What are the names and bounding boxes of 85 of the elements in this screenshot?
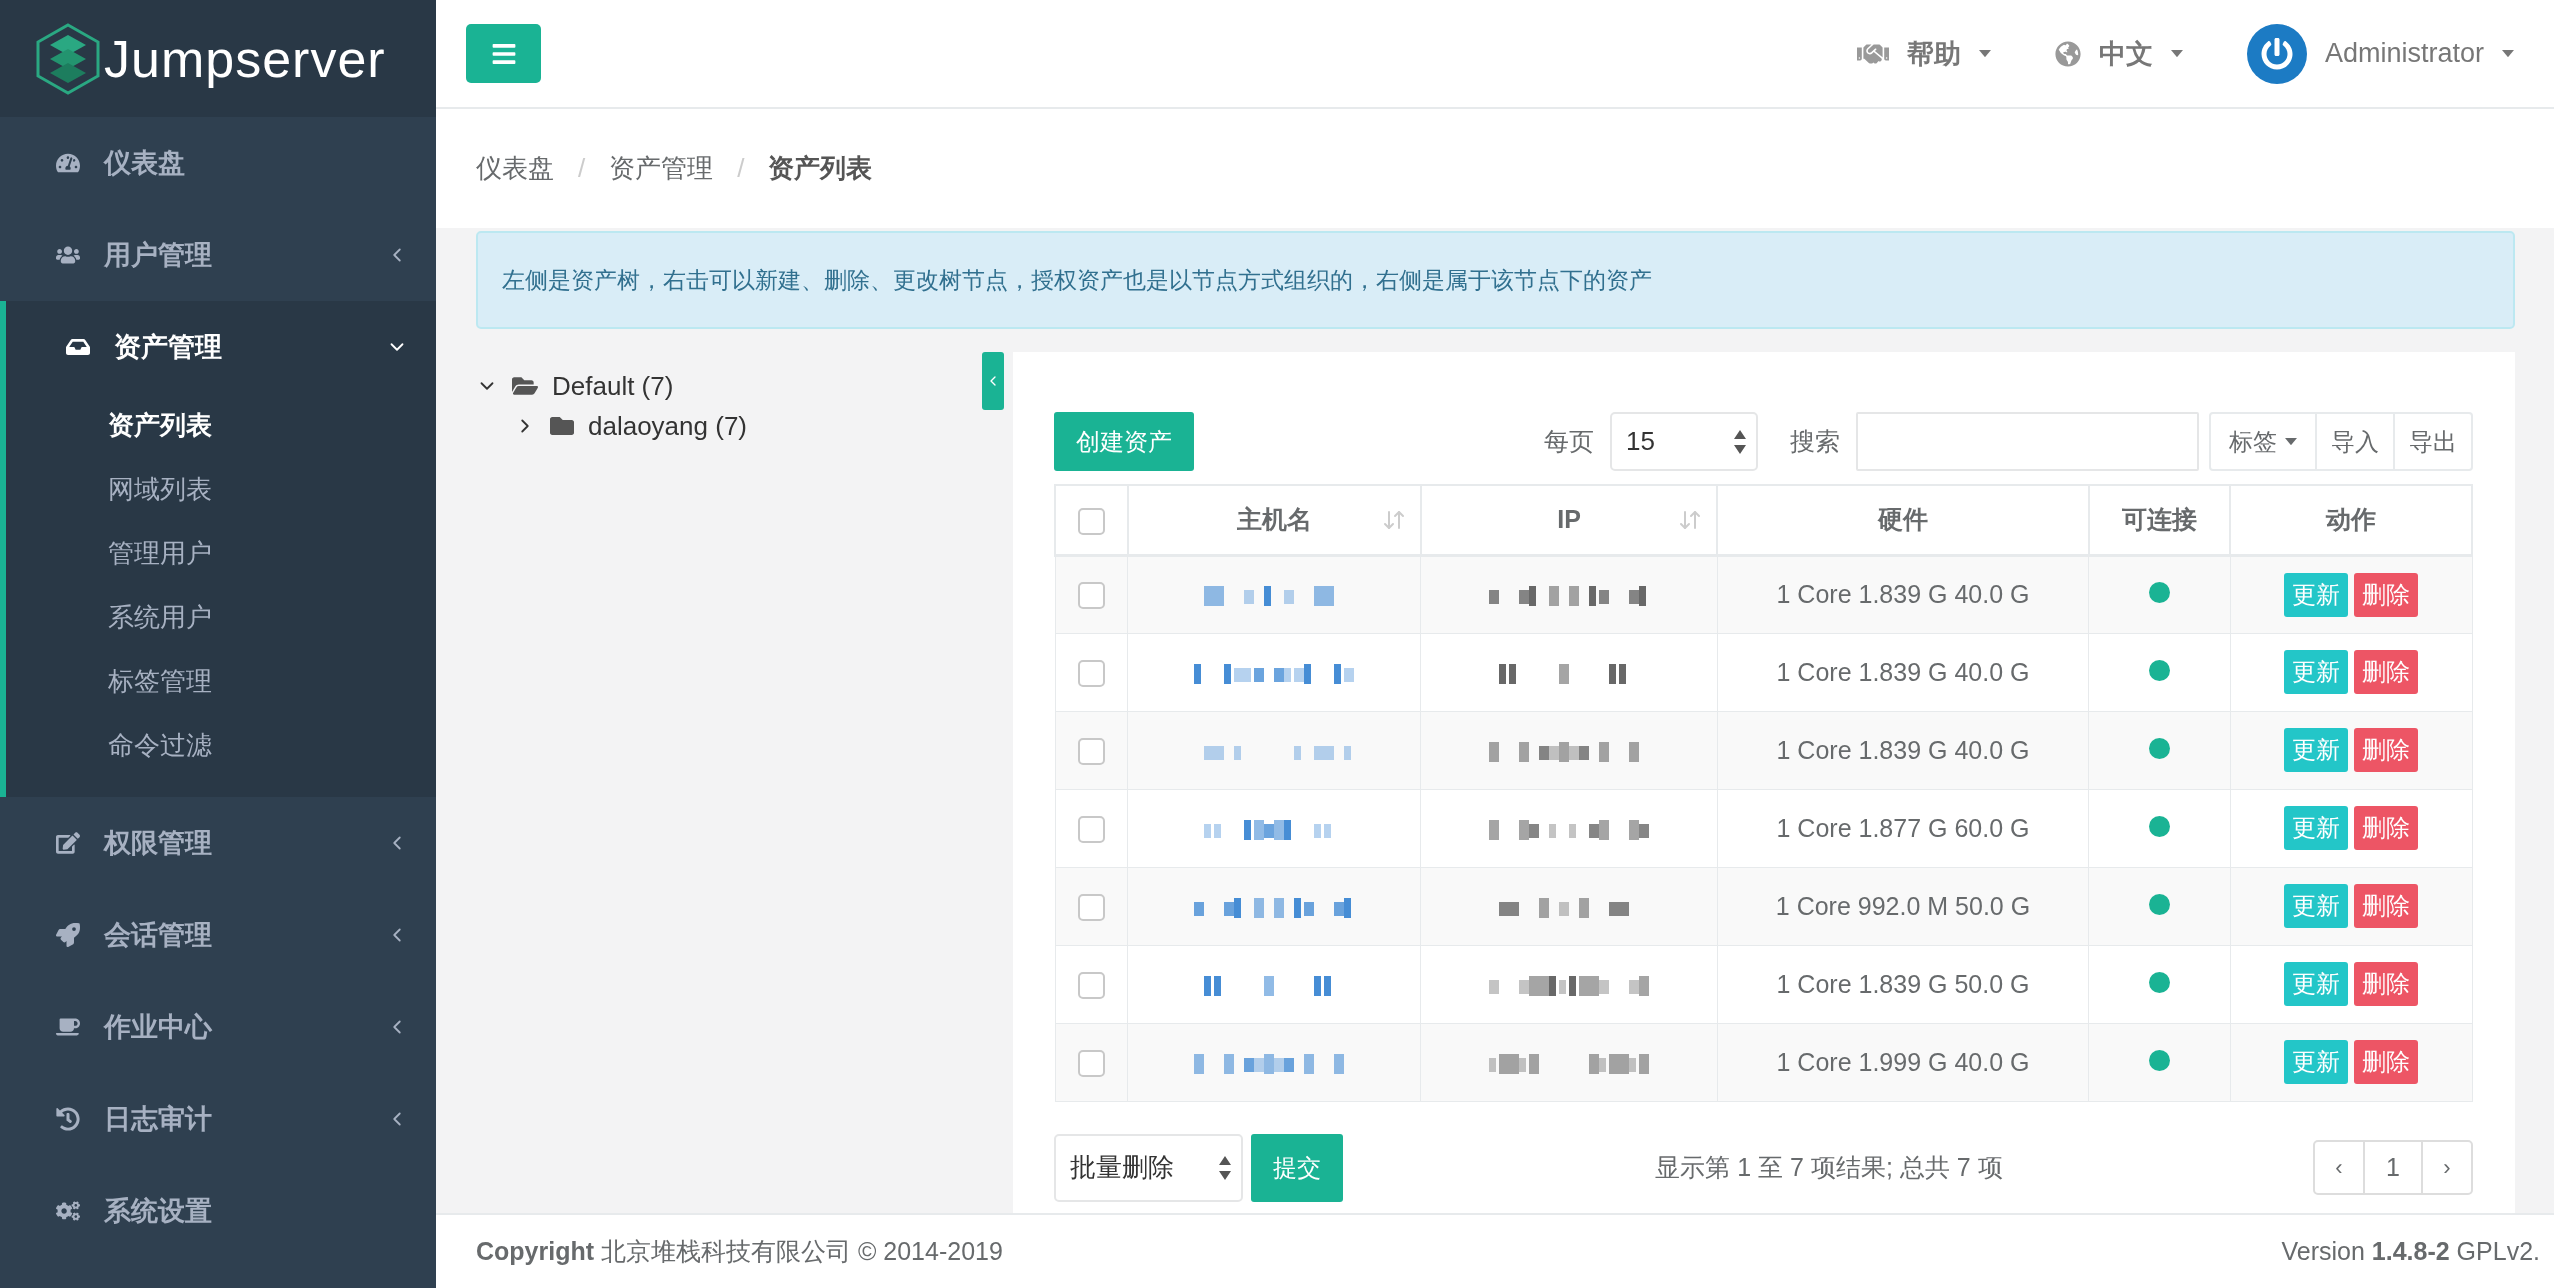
edit-icon <box>56 831 80 855</box>
rocket-icon <box>56 923 80 947</box>
prev-page-button[interactable]: ‹ <box>2313 1140 2365 1195</box>
user-name: Administrator <box>2324 38 2484 69</box>
sidebar-item[interactable]: 日志审计 <box>0 1073 436 1165</box>
up-down-arrows-icon <box>1734 429 1746 454</box>
caret-icon <box>2285 437 2297 446</box>
tree-node-label[interactable]: Default (7) <box>552 370 674 402</box>
submenu-item[interactable]: 标签管理 <box>6 649 436 713</box>
delete-button[interactable]: 删除 <box>2354 728 2419 772</box>
create-asset-button[interactable]: 创建资产 <box>1054 412 1194 471</box>
logo-icon <box>36 22 100 95</box>
breadcrumb-separator: / <box>578 153 586 184</box>
info-alert: 左侧是资产树，右击可以新建、删除、更改树节点，授权资产也是以节点方式组织的，右侧是属于该节点下的资产 <box>476 231 2515 329</box>
delete-button[interactable]: 删除 <box>2354 650 2419 694</box>
row-checkbox[interactable] <box>1077 1049 1105 1077</box>
sort-icon[interactable] <box>1381 508 1406 532</box>
per-page-label: 每页 <box>1544 426 1594 457</box>
folder-icon <box>550 414 574 438</box>
help-label: 帮助 <box>1906 37 1961 71</box>
tag-button[interactable]: 标签 <box>2209 412 2317 471</box>
version-text: Version 1.4.8-2 GPLv2. <box>2281 1237 2540 1266</box>
menu-button[interactable] <box>466 24 541 83</box>
user-menu[interactable]: Administrator <box>2246 23 2514 84</box>
language-label: 中文 <box>2098 37 2153 71</box>
results-summary: 显示第 1 至 7 项结果; 总共 7 项 <box>1655 1153 2003 1181</box>
hardware-cell: 1 Core 1.839 G 40.0 G <box>1776 657 2030 686</box>
import-button[interactable]: 导入 <box>2315 412 2395 471</box>
export-button[interactable]: 导出 <box>2393 412 2473 471</box>
row-checkbox[interactable] <box>1077 815 1105 843</box>
sidebar-item[interactable]: 作业中心 <box>0 981 436 1073</box>
up-down-arrows-icon <box>1219 1155 1231 1180</box>
delete-button[interactable]: 删除 <box>2354 806 2419 850</box>
breadcrumb-link[interactable]: 资产列表 <box>768 151 873 186</box>
sidebar-item[interactable]: 系统设置 <box>0 1165 436 1257</box>
bulk-action-select[interactable]: 批量删除 <box>1054 1133 1243 1202</box>
caret-icon <box>2502 49 2514 58</box>
sidebar-item[interactable]: 会话管理 <box>0 889 436 981</box>
help-menu[interactable]: 帮助 <box>1856 35 1991 72</box>
delete-button[interactable]: 删除 <box>2354 884 2419 928</box>
submit-button[interactable]: 提交 <box>1251 1133 1343 1202</box>
row-checkbox[interactable] <box>1077 659 1105 687</box>
hardware-cell: 1 Core 1.999 G 40.0 G <box>1776 1047 2030 1076</box>
sort-icon[interactable] <box>1678 508 1703 532</box>
tree-node-label[interactable]: dalaoyang (7) <box>588 410 747 442</box>
caret-icon <box>1978 49 1991 58</box>
hardware-cell: 1 Core 1.839 G 50.0 G <box>1776 969 2030 998</box>
page-button[interactable]: 1 <box>2363 1140 2423 1195</box>
next-page-button[interactable]: › <box>2421 1140 2473 1195</box>
submenu-item[interactable]: 命令过滤 <box>6 713 436 777</box>
hardware-cell: 1 Core 1.839 G 40.0 G <box>1776 735 2030 764</box>
hardware-cell: 1 Core 1.877 G 60.0 G <box>1776 813 2030 842</box>
hardware-cell: 1 Core 992.0 M 50.0 G <box>1775 891 2031 920</box>
row-checkbox[interactable] <box>1077 893 1105 921</box>
sidebar-item[interactable]: 用户管理 <box>0 209 436 301</box>
search-field[interactable] <box>1856 412 2199 471</box>
submenu-item[interactable]: 管理用户 <box>6 521 436 585</box>
delete-button[interactable]: 删除 <box>2354 572 2419 617</box>
submenu-item[interactable]: 网域列表 <box>6 457 436 521</box>
sidebar-item[interactable]: 权限管理 <box>0 797 436 889</box>
caret-icon <box>2170 49 2183 58</box>
hardware-cell: 1 Core 1.839 G 40.0 G <box>1776 580 2030 608</box>
submenu-item[interactable]: 资产列表 <box>6 393 436 457</box>
row-checkbox[interactable] <box>1077 582 1105 610</box>
breadcrumb-separator: / <box>737 153 745 184</box>
language-menu[interactable]: 中文 <box>2054 35 2183 72</box>
delete-button[interactable]: 删除 <box>2354 962 2419 1006</box>
copyright-text: Copyright 北京堆栈科技有限公司 © 2014-2019 <box>476 1236 1003 1267</box>
row-checkbox[interactable] <box>1077 737 1105 765</box>
search-label: 搜索 <box>1790 426 1840 457</box>
per-page-select[interactable]: 15 <box>1610 412 1758 471</box>
gauge-icon <box>56 151 80 175</box>
select-all-checkbox[interactable] <box>1077 507 1105 535</box>
breadcrumb-link[interactable]: 仪表盘 <box>476 151 554 186</box>
sidebar-item[interactable]: 资产管理 <box>6 301 436 393</box>
gears-icon <box>56 1199 80 1223</box>
row-checkbox[interactable] <box>1077 971 1105 999</box>
collapse-tree-button[interactable] <box>982 352 1004 410</box>
logo-text: Jumpserver <box>104 28 386 89</box>
submenu-item[interactable]: 系统用户 <box>6 585 436 649</box>
sidebar-item[interactable]: 仪表盘 <box>0 117 436 209</box>
history-icon <box>56 1107 80 1131</box>
globe-icon <box>2054 40 2081 67</box>
breadcrumb-link[interactable]: 资产管理 <box>609 151 714 186</box>
delete-button[interactable]: 删除 <box>2354 1040 2419 1084</box>
